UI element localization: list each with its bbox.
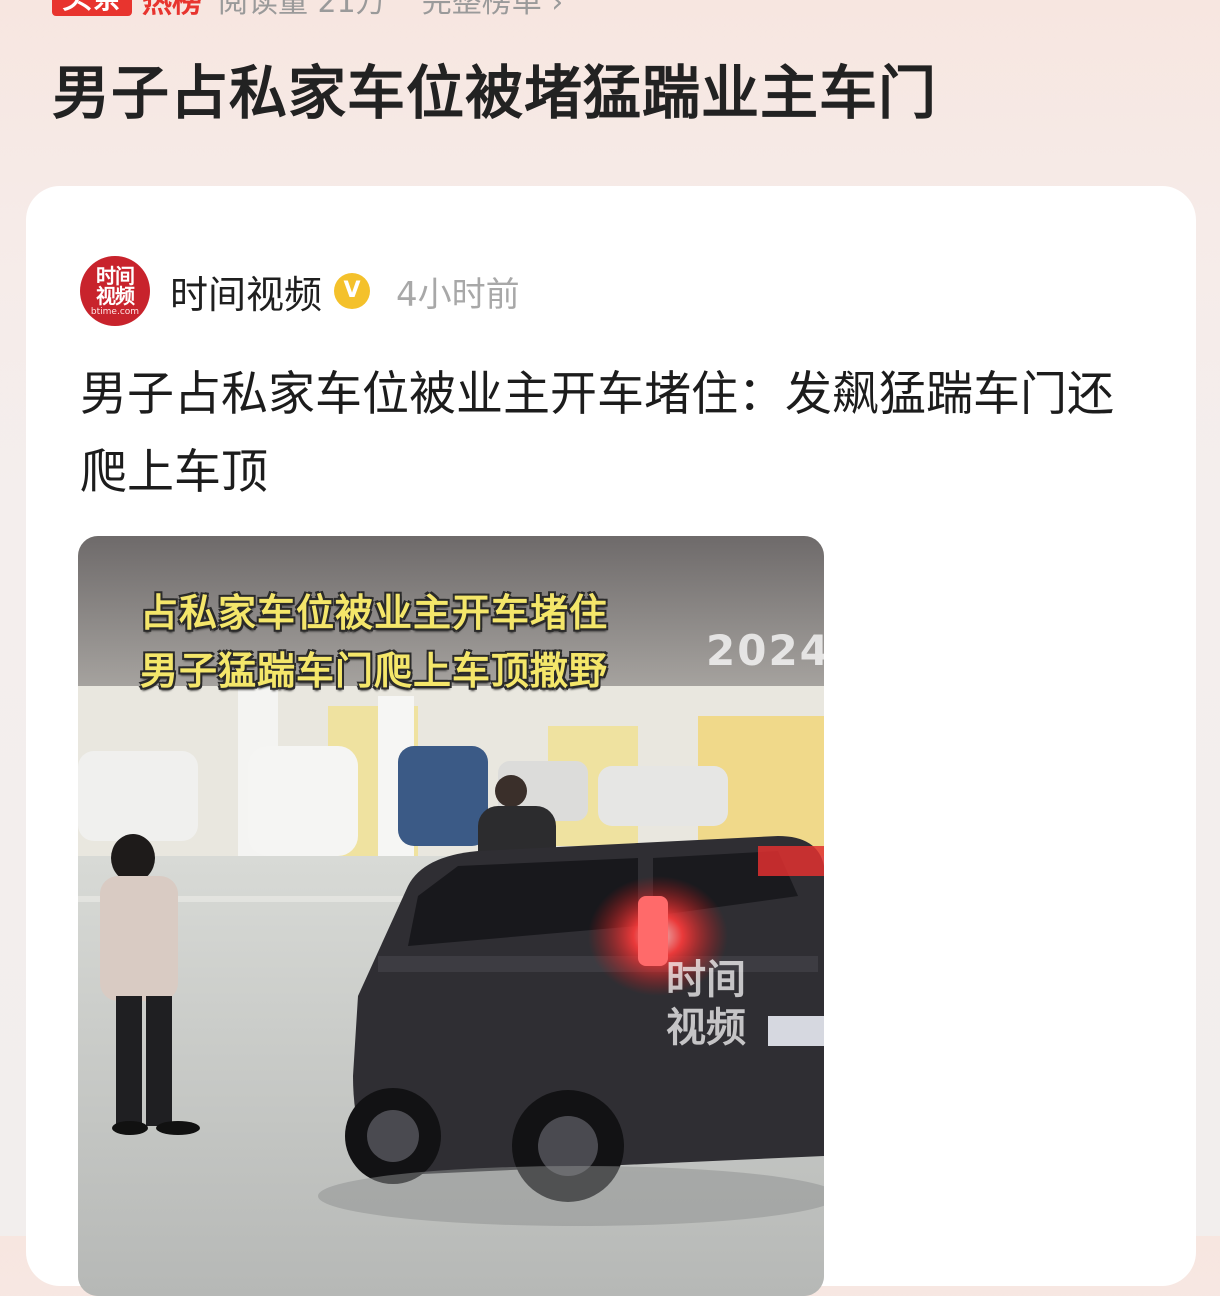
- verified-badge-icon: V: [334, 273, 371, 309]
- source-avatar[interactable]: 时间 视频 btime.com: [80, 256, 150, 326]
- watermark-line2: 视频: [666, 1005, 746, 1051]
- source-row: 时间 视频 btime.com 时间视频 V 4小时前: [80, 256, 520, 326]
- post-time: 4小时前: [396, 274, 520, 315]
- read-count: 阅读量 21万: [218, 0, 386, 20]
- background-year-text: 2024: [706, 626, 824, 675]
- video-caption-line1: 占私家车位被业主开车堵住: [140, 591, 609, 635]
- logo-text-line3: btime.com: [90, 306, 140, 317]
- source-name[interactable]: 时间视频: [170, 264, 322, 319]
- video-thumbnail[interactable]: 2024 占私家车位被业主开车堵住 男子猛踹车门爬上车顶撒野 时间 视频: [78, 536, 824, 1296]
- watermark-line1: 时间: [666, 957, 746, 1003]
- video-watermark: 时间 视频: [666, 956, 746, 1052]
- toutiao-badge: 头条: [52, 0, 132, 16]
- full-ranking-link[interactable]: 完整榜单 ›: [422, 0, 564, 21]
- hot-list-header: 头条 热榜 阅读量 21万 完整榜单 ›: [52, 0, 563, 20]
- logo-text-line2: 视频: [96, 283, 135, 308]
- article-card[interactable]: 时间 视频 btime.com 时间视频 V 4小时前 男子占私家车位被业主开车…: [26, 186, 1196, 1296]
- hot-topic-title[interactable]: 男子占私家车位被堵猛踹业主车门: [52, 46, 937, 130]
- logo-text-line1: 时间: [96, 263, 135, 288]
- article-title[interactable]: 男子占私家车位被业主开车堵住：发飙猛踹车门还爬上车顶: [80, 356, 1140, 512]
- video-caption-line2: 男子猛踹车门爬上车顶撒野: [140, 649, 609, 693]
- hot-list-label: 热榜: [142, 0, 202, 20]
